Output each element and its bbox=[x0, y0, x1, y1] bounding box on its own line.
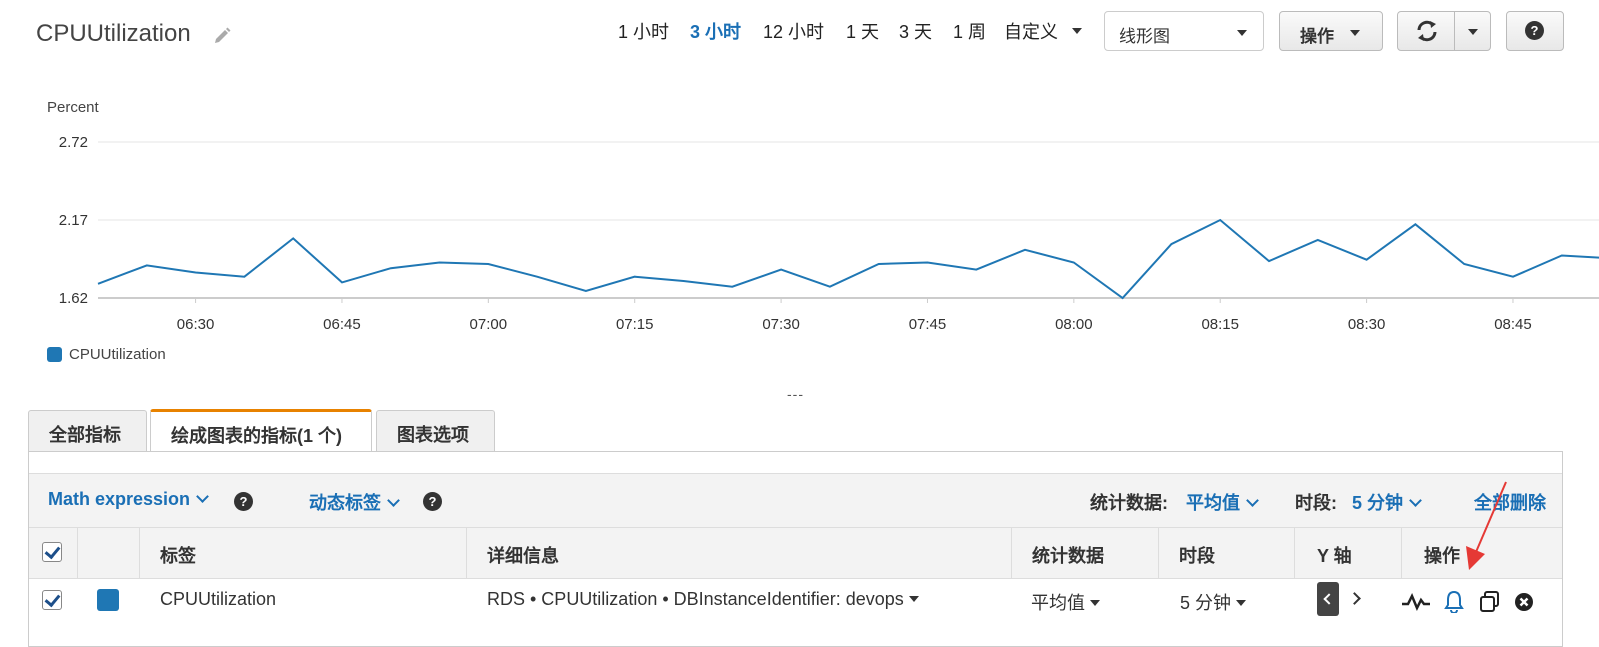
series-line-cpuutilization bbox=[97, 218, 1599, 300]
metrics-toolbar: Math expression ? 动态标签 ? 统计数据: 平均值 时段: 5… bbox=[29, 473, 1562, 528]
y-axis-label: Percent bbox=[47, 99, 100, 116]
chevron-down-icon bbox=[1246, 494, 1259, 507]
help-icon: ? bbox=[1525, 21, 1544, 40]
x-tick-label: 08:15 bbox=[1201, 316, 1239, 333]
period-label: 时段: bbox=[1295, 493, 1337, 513]
period-value: 5 分钟 bbox=[1352, 493, 1404, 513]
x-tick-label: 07:45 bbox=[909, 316, 947, 333]
chevron-down-icon bbox=[196, 490, 209, 503]
row-checkbox[interactable] bbox=[42, 590, 62, 610]
caret-down-icon bbox=[1090, 600, 1101, 606]
actions-label: 操作 bbox=[1300, 27, 1334, 46]
x-tick-label: 07:15 bbox=[616, 316, 654, 333]
dynamic-labels-label: 动态标签 bbox=[309, 493, 381, 513]
math-expression-label: Math expression bbox=[48, 489, 191, 509]
x-tick-label: 08:45 bbox=[1494, 316, 1532, 333]
select-all-checkbox[interactable] bbox=[42, 542, 62, 562]
row-color-swatch[interactable] bbox=[97, 589, 119, 611]
refresh-icon[interactable] bbox=[1415, 20, 1439, 42]
row-period-value: 5 分钟 bbox=[1180, 593, 1232, 613]
y-axis-left-button[interactable] bbox=[1317, 582, 1339, 616]
caret-down-icon bbox=[1350, 30, 1360, 36]
column-divider bbox=[466, 528, 467, 578]
row-period[interactable]: 5 分钟 bbox=[1180, 589, 1247, 615]
x-tick-label: 06:30 bbox=[177, 316, 215, 333]
refresh-button-group[interactable] bbox=[1397, 11, 1491, 51]
remove-icon[interactable] bbox=[1514, 592, 1534, 612]
caret-down-icon bbox=[1236, 600, 1247, 606]
dynamic-labels-dropdown[interactable]: 动态标签 bbox=[309, 489, 400, 515]
column-divider bbox=[139, 528, 140, 578]
chevron-down-icon bbox=[1409, 494, 1422, 507]
chart-type-value: 线形图 bbox=[1119, 27, 1170, 46]
column-header-details[interactable]: 详细信息 bbox=[487, 542, 559, 568]
column-divider bbox=[77, 528, 78, 578]
range-1w[interactable]: 1 周 bbox=[953, 18, 986, 44]
caret-down-icon bbox=[1072, 28, 1082, 34]
range-12h[interactable]: 12 小时 bbox=[763, 18, 824, 44]
caret-down-icon bbox=[1237, 30, 1247, 36]
legend-swatch bbox=[47, 347, 62, 362]
column-divider bbox=[1011, 528, 1012, 578]
actions-button[interactable]: 操作 bbox=[1279, 11, 1383, 51]
table-header: 标签 详细信息 统计数据 时段 Y 轴 操作 bbox=[29, 527, 1562, 579]
tab-all-metrics[interactable]: 全部指标 bbox=[28, 410, 147, 452]
tab-graphed-metrics[interactable]: 绘成图表的指标(1 个) bbox=[150, 409, 372, 452]
duplicate-icon[interactable] bbox=[1478, 590, 1502, 614]
period-dropdown[interactable]: 5 分钟 bbox=[1352, 489, 1422, 515]
tab-graph-options[interactable]: 图表选项 bbox=[376, 410, 495, 452]
statistic-dropdown[interactable]: 平均值 bbox=[1186, 489, 1259, 515]
chart-type-select[interactable]: 线形图 bbox=[1104, 11, 1264, 51]
range-1h[interactable]: 1 小时 bbox=[618, 18, 669, 44]
cpu-line-chart: Percent 2.72 2.17 1.62 06:30 06:45 07:00 07:1… bbox=[47, 99, 1599, 333]
x-tick-label: 07:00 bbox=[470, 316, 508, 333]
button-divider bbox=[1454, 12, 1455, 50]
statistic-value: 平均值 bbox=[1186, 493, 1240, 513]
resize-handle[interactable]: --- bbox=[787, 386, 804, 402]
column-header-label[interactable]: 标签 bbox=[160, 542, 196, 568]
row-statistic[interactable]: 平均值 bbox=[1031, 589, 1101, 615]
help-button[interactable]: ? bbox=[1506, 11, 1564, 51]
legend-label[interactable]: CPUUtilization bbox=[69, 346, 166, 363]
column-header-y-axis[interactable]: Y 轴 bbox=[1317, 542, 1352, 568]
range-3h[interactable]: 3 小时 bbox=[690, 18, 741, 44]
x-tick-label: 07:30 bbox=[762, 316, 800, 333]
column-divider bbox=[1401, 528, 1402, 578]
column-divider bbox=[1294, 528, 1295, 578]
range-1d[interactable]: 1 天 bbox=[846, 18, 879, 44]
column-divider bbox=[1158, 528, 1159, 578]
y-tick-label: 2.17 bbox=[59, 212, 88, 229]
row-label[interactable]: CPUUtilization bbox=[160, 589, 276, 610]
help-icon[interactable]: ? bbox=[423, 492, 442, 511]
range-custom[interactable]: 自定义 bbox=[1004, 18, 1058, 44]
caret-down-icon bbox=[908, 596, 919, 602]
x-tick-label: 08:00 bbox=[1055, 316, 1093, 333]
column-header-actions: 操作 bbox=[1424, 546, 1460, 566]
x-tick-label: 08:30 bbox=[1348, 316, 1386, 333]
range-3d[interactable]: 3 天 bbox=[899, 18, 932, 44]
chevron-down-icon bbox=[387, 494, 400, 507]
annotation-arrow bbox=[1466, 481, 1507, 570]
pencil-icon[interactable] bbox=[212, 26, 232, 46]
help-icon[interactable]: ? bbox=[234, 492, 253, 511]
x-tick-label: 06:45 bbox=[323, 316, 361, 333]
page-title: CPUUtilization bbox=[36, 20, 191, 47]
y-tick-label: 1.62 bbox=[59, 290, 88, 307]
alarm-bell-icon[interactable] bbox=[1443, 589, 1465, 613]
row-statistic-value: 平均值 bbox=[1031, 593, 1085, 613]
row-details-text: RDS • CPUUtilization • DBInstanceIdentif… bbox=[487, 589, 904, 609]
column-header-statistic[interactable]: 统计数据 bbox=[1032, 542, 1104, 568]
statistic-label: 统计数据: bbox=[1090, 493, 1168, 513]
math-expression-dropdown[interactable]: Math expression bbox=[48, 489, 209, 510]
y-tick-label: 2.72 bbox=[59, 134, 88, 151]
refresh-options-caret-icon[interactable] bbox=[1468, 29, 1478, 35]
graph-metric-icon[interactable] bbox=[1401, 592, 1431, 612]
column-header-period[interactable]: 时段 bbox=[1179, 542, 1215, 568]
row-details[interactable]: RDS • CPUUtilization • DBInstanceIdentif… bbox=[487, 589, 919, 610]
